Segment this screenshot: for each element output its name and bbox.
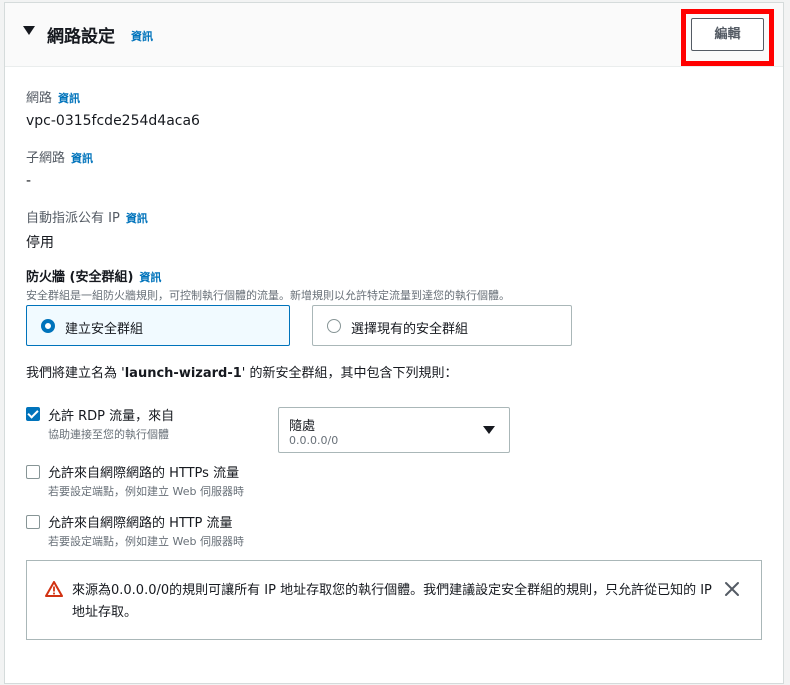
firewall-label: 防火牆 (安全群組) — [26, 270, 134, 285]
allow-rdp-label: 允許 RDP 流量，來自 — [48, 409, 175, 424]
radio-unselected[interactable] — [327, 319, 341, 333]
close-icon[interactable] — [724, 581, 740, 597]
allow-http-label: 允許來自網際網路的 HTTP 流量 — [48, 516, 233, 531]
select-existing-group-option[interactable]: 選擇現有的安全群組 — [312, 305, 572, 346]
subnet-value: - — [26, 173, 32, 189]
subnet-info-link[interactable]: 資訊 — [71, 152, 93, 165]
network-value: vpc-0315fcde254d4aca6 — [26, 113, 200, 129]
source-select-value: 隨處 — [289, 419, 316, 434]
header-info-link[interactable]: 資訊 — [131, 28, 153, 44]
rule-note-suffix: ' 的新安全群組，其中包含下列規則： — [241, 366, 458, 381]
alert-text: 來源為0.0.0.0/0的規則可讓所有 IP 地址存取您的執行個體。我們建議設定… — [72, 583, 712, 620]
dropdown-arrow-icon — [483, 426, 495, 434]
security-group-name: launch-wizard-1 — [124, 366, 242, 381]
allow-rdp-checkbox[interactable] — [26, 407, 40, 421]
panel-title: 網路設定 — [47, 27, 115, 47]
allow-rdp-sub: 協助連接至您的執行個體 — [48, 428, 169, 441]
allow-https-checkbox[interactable] — [26, 465, 40, 479]
collapse-caret-icon[interactable] — [23, 26, 35, 35]
warning-icon — [45, 581, 63, 597]
subnet-label-row: 子網路 資訊 — [26, 147, 93, 166]
edit-button[interactable]: 編輯 — [691, 18, 764, 51]
allow-http-checkbox[interactable] — [26, 515, 40, 529]
create-security-group-label: 建立安全群組 — [65, 322, 144, 337]
auto-ip-label-row: 自動指派公有 IP 資訊 — [26, 207, 148, 226]
allow-https-sub: 若要設定端點，例如建立 Web 伺服器時 — [48, 485, 244, 498]
auto-ip-info-link[interactable]: 資訊 — [126, 212, 148, 225]
rdp-source-select[interactable]: 隨處 0.0.0.0/0 — [278, 407, 510, 453]
select-existing-group-label: 選擇現有的安全群組 — [351, 322, 469, 337]
rule-note-prefix: 我們將建立名為 ' — [26, 366, 125, 381]
warning-alert: 來源為0.0.0.0/0的規則可讓所有 IP 地址存取您的執行個體。我們建議設定… — [26, 560, 762, 640]
firewall-description: 安全群組是一組防火牆規則，可控制執行個體的流量。新增規則以允許特定流量到達您的執… — [26, 289, 510, 302]
allow-https-label: 允許來自網際網路的 HTTPs 流量 — [48, 466, 240, 481]
firewall-label-row: 防火牆 (安全群組) 資訊 — [26, 266, 161, 285]
source-select-cidr: 0.0.0.0/0 — [289, 434, 339, 447]
network-label-row: 網路 資訊 — [26, 87, 80, 106]
panel-header: 網路設定 資訊 — [5, 3, 783, 67]
subnet-label: 子網路 — [26, 151, 66, 166]
network-settings-panel: 網路設定 資訊 編輯 網路 資訊 vpc-0315fcde254d4aca6 子網… — [4, 2, 784, 684]
network-info-link[interactable]: 資訊 — [58, 92, 80, 105]
allow-http-sub: 若要設定端點，例如建立 Web 伺服器時 — [48, 535, 244, 548]
network-label: 網路 — [26, 91, 53, 106]
auto-ip-label: 自動指派公有 IP — [26, 211, 120, 226]
auto-ip-value: 停用 — [26, 235, 54, 251]
rule-note: 我們將建立名為 'launch-wizard-1' 的新安全群組，其中包含下列規… — [26, 362, 458, 381]
firewall-info-link[interactable]: 資訊 — [139, 271, 161, 284]
radio-selected[interactable] — [41, 319, 55, 333]
create-security-group-option[interactable]: 建立安全群組 — [26, 305, 290, 346]
